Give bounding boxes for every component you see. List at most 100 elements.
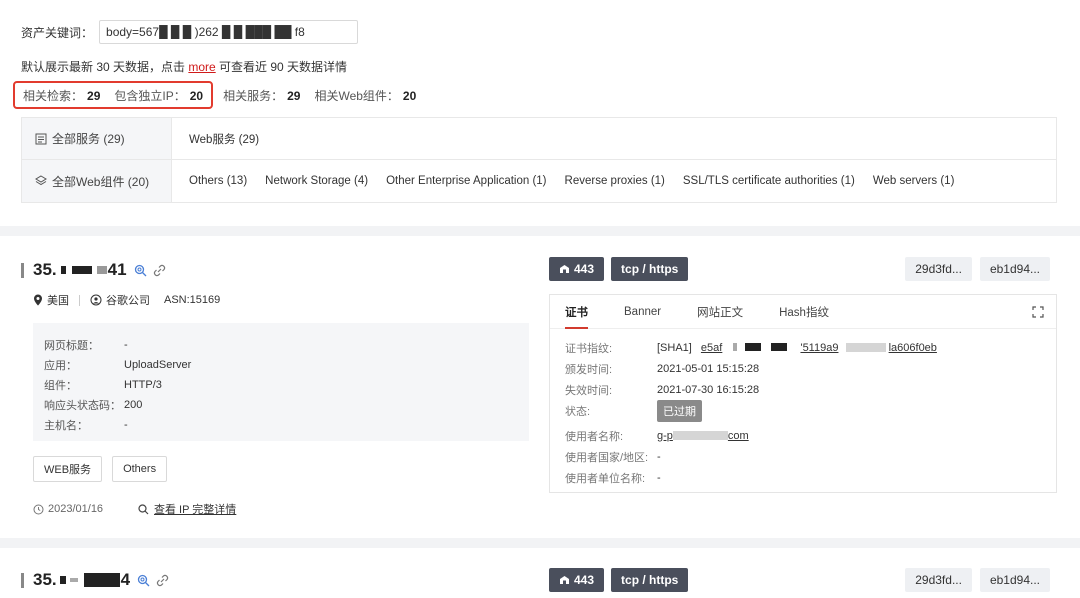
cert-row: 颁发时间: 2021-05-01 15:15:28: [565, 358, 1056, 379]
detail-link-text: 查看 IP 完整详情: [154, 504, 237, 516]
cert-key: 失效时间:: [565, 384, 613, 397]
hash-chip[interactable]: eb1d94...: [979, 257, 1050, 281]
filter-item-network-storage[interactable]: Network Storage (4): [265, 175, 368, 187]
redaction: [745, 342, 762, 351]
cert-row: 使用者名称: g-p com: [565, 425, 1056, 446]
stat-value: 20: [402, 88, 417, 103]
fingerprint-part: la606f0eb: [888, 341, 937, 354]
fingerprint-part: e5af: [700, 341, 723, 354]
keyword-input[interactable]: [99, 20, 359, 44]
cert-expire: 2021-07-30 16:15:28: [657, 383, 760, 396]
hash-chip[interactable]: 29d3fd...: [905, 257, 972, 281]
info-row: 响应头状态码： 200: [44, 395, 529, 415]
tag-others[interactable]: Others: [112, 456, 168, 482]
cert-row: 使用者国家/地区: -: [565, 446, 1056, 467]
keyword-label: 资产关键词：: [21, 25, 94, 40]
redaction: [672, 431, 728, 441]
more-link[interactable]: more: [188, 60, 215, 74]
stat-related-components: 相关Web组件： 20: [314, 87, 416, 104]
redaction: [59, 576, 66, 584]
layers-icon: [35, 175, 47, 186]
cert-key: 状态:: [565, 405, 591, 418]
ip-title[interactable]: 35. 4: [21, 570, 169, 590]
redaction: [845, 343, 886, 353]
fingerprint-part: '5119a9: [800, 341, 839, 354]
search-icon: [138, 503, 149, 514]
title-bar: [21, 572, 24, 588]
tab-site-body[interactable]: 网站正文: [697, 295, 743, 329]
protocol-badge[interactable]: tcp / https: [611, 568, 689, 592]
redaction: [83, 573, 120, 587]
info-key: 应用：: [44, 360, 77, 372]
stats-highlight-box: 相关检索： 29 包含独立IP： 20: [13, 81, 214, 109]
certificate-panel: 证书 Banner 网站正文 Hash指纹 证书指纹: [SHA1] e5af …: [549, 294, 1057, 493]
expired-badge: 已过期: [657, 399, 702, 422]
filter-item-ssl-ca[interactable]: SSL/TLS certificate authorities (1): [683, 175, 855, 187]
cert-key: 使用者单位名称:: [565, 472, 646, 485]
filter-item-web-servers[interactable]: Web servers (1): [873, 175, 955, 187]
stat-value: 29: [287, 88, 301, 103]
stat-label: 相关服务：: [223, 88, 284, 103]
stat-related-services: 相关服务： 29: [223, 87, 300, 104]
info-key: 主机名：: [44, 420, 88, 432]
port-badges: 443 tcp / https: [549, 257, 689, 281]
search-icon[interactable]: [137, 574, 150, 587]
hash-chip[interactable]: eb1d94...: [979, 568, 1050, 592]
port-badges: 443 tcp / https: [549, 568, 689, 592]
asn: ASN:15169: [164, 294, 221, 306]
hash-chip[interactable]: 29d3fd...: [905, 568, 972, 592]
redaction: [771, 342, 788, 351]
cert-details: 证书指纹: [SHA1] e5af '5119a9 la606f0eb 颁发时间…: [550, 329, 1056, 488]
filter-item-enterprise-app[interactable]: Other Enterprise Application (1): [386, 175, 546, 187]
keyword-row: 资产关键词：: [21, 20, 359, 44]
tab-banner[interactable]: Banner: [624, 295, 661, 329]
notice-text-before: 默认展示最新 30 天数据，点击: [21, 60, 189, 74]
search-icon[interactable]: [134, 264, 147, 277]
result-card: 35. 41 美国 谷歌公司 ASN:15169 网页标题： - 应用： Uploa…: [0, 236, 1080, 538]
tab-certificate[interactable]: 证书: [565, 295, 588, 329]
cert-key: 颁发时间:: [565, 363, 613, 376]
cert-row: 状态: 已过期: [565, 399, 1056, 422]
info-key: 网页标题：: [44, 340, 99, 352]
info-key: 响应头状态码：: [44, 400, 121, 412]
range-notice: 默认展示最新 30 天数据，点击 more 可查看近 90 天数据详情: [21, 58, 347, 75]
port-badge[interactable]: 443: [549, 257, 605, 281]
cert-subject[interactable]: g-p com: [657, 430, 749, 442]
date-text: 2023/01/16: [48, 503, 104, 515]
stat-related-search: 相关检索： 29: [23, 87, 100, 104]
link-icon[interactable]: [153, 264, 166, 277]
filter-item-reverse-proxies[interactable]: Reverse proxies (1): [565, 175, 665, 187]
title-bar: [21, 262, 24, 278]
ip-title[interactable]: 35. 41: [21, 260, 166, 280]
info-row: 网页标题： -: [44, 335, 529, 355]
expand-icon[interactable]: [1032, 306, 1044, 318]
tab-hash-fingerprint[interactable]: Hash指纹: [779, 295, 829, 329]
tag-web-service[interactable]: WEB服务: [33, 456, 103, 482]
tag-row: WEB服务 Others: [33, 456, 168, 482]
filter-head-components[interactable]: 全部Web组件 (20): [22, 160, 172, 202]
subject-part: com: [727, 429, 749, 442]
protocol-badge[interactable]: tcp / https: [611, 257, 689, 281]
hash-chips: 29d3fd... eb1d94...: [905, 257, 1050, 281]
redaction: [733, 342, 738, 351]
view-ip-detail-link[interactable]: 查看 IP 完整详情: [138, 501, 236, 517]
filter-head-services[interactable]: 全部服务 (29): [22, 118, 172, 159]
organization: 谷歌公司: [106, 295, 150, 307]
cert-country: -: [657, 450, 661, 463]
filter-item-web-service[interactable]: Web服务 (29): [189, 131, 259, 147]
location-pin-icon: [34, 294, 42, 306]
cert-tab-bar: 证书 Banner 网站正文 Hash指纹: [550, 295, 1056, 329]
cert-fingerprint[interactable]: [SHA1] e5af '5119a9 la606f0eb: [657, 342, 937, 354]
filter-item-others[interactable]: Others (13): [189, 175, 247, 187]
search-summary-panel: 资产关键词： 默认展示最新 30 天数据，点击 more 可查看近 90 天数据…: [0, 0, 1080, 226]
stat-label: 相关检索：: [23, 88, 84, 103]
port-badge[interactable]: 443: [549, 568, 605, 592]
hash-chips: 29d3fd... eb1d94...: [905, 568, 1050, 592]
stat-value: 29: [87, 88, 101, 103]
link-icon[interactable]: [156, 574, 169, 587]
meta-row: 2023/01/16 查看 IP 完整详情: [33, 501, 236, 517]
info-row: 应用： UploadServer: [44, 355, 529, 375]
subject-part: g-p: [657, 429, 673, 442]
ip-suffix: 4: [120, 570, 131, 589]
update-date: 2023/01/16: [33, 503, 138, 515]
